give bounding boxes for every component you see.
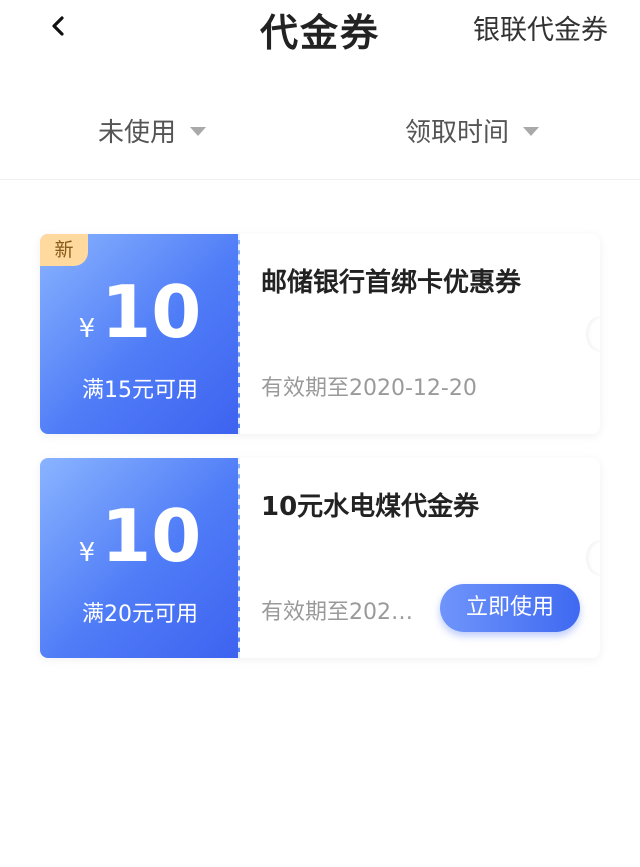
amount-value: 10 <box>101 494 202 578</box>
sort-filter-label: 领取时间 <box>405 118 510 148</box>
coupon-condition: 满15元可用 <box>82 378 198 403</box>
coupon-value-panel: 新 ¥ 10 满15元可用 <box>40 234 240 434</box>
coupon-value-panel: ¥ 10 满20元可用 <box>40 458 240 658</box>
caret-down-icon <box>190 127 207 136</box>
use-now-button[interactable]: 立即使用 <box>440 584 580 632</box>
coupon-expiry: 有效期至2020-12-20 <box>261 376 477 401</box>
card-notch <box>586 316 600 352</box>
sort-filter-dropdown[interactable]: 领取时间 <box>405 112 540 149</box>
currency-symbol: ¥ <box>78 538 96 568</box>
currency-symbol: ¥ <box>78 314 96 344</box>
coupon-title: 邮储银行首绑卡优惠券 <box>261 268 522 298</box>
navbar: 代金券 银联代金券 <box>0 0 640 60</box>
card-notch <box>586 540 600 576</box>
status-filter-dropdown[interactable]: 未使用 <box>98 112 207 149</box>
new-badge: 新 <box>40 234 88 266</box>
coupon-card[interactable]: 新 ¥ 10 满15元可用 邮储银行首绑卡优惠券 有效期至2020-12-20 <box>40 234 600 434</box>
unionpay-coupons-link[interactable]: 银联代金券 <box>473 8 608 47</box>
coupon-title: 10元水电煤代金券 <box>261 492 480 522</box>
coupon-card[interactable]: ¥ 10 满20元可用 10元水电煤代金券 有效期至2020-12-20 立即使… <box>40 458 600 658</box>
coupon-amount: ¥ 10 <box>40 496 240 576</box>
status-filter-label: 未使用 <box>98 118 177 148</box>
amount-value: 10 <box>101 270 202 354</box>
coupon-expiry: 有效期至2020-12-20 <box>261 600 426 625</box>
filter-bar: 未使用 领取时间 <box>0 90 640 180</box>
caret-down-icon <box>523 127 540 136</box>
coupon-amount: ¥ 10 <box>40 272 240 352</box>
coupon-condition: 满20元可用 <box>82 602 198 627</box>
